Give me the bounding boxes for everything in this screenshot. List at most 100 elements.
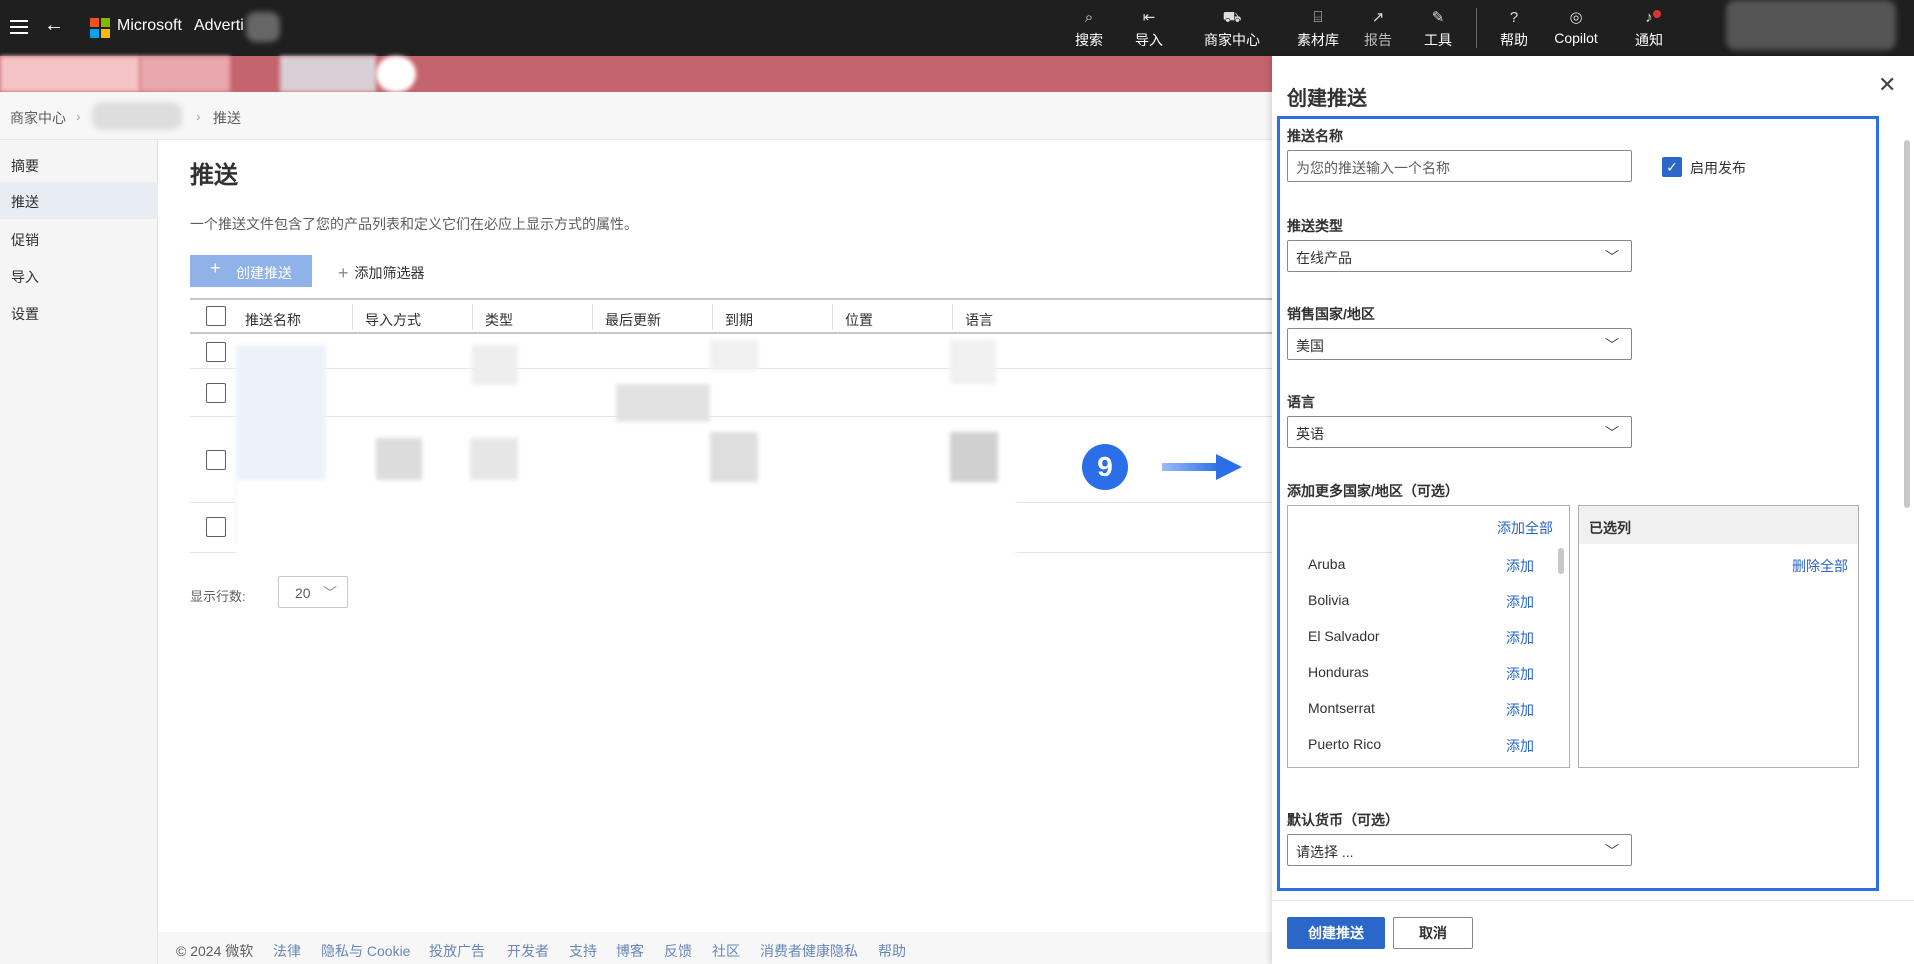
- sales-country-label: 销售国家/地区: [1287, 306, 1375, 322]
- breadcrumb-root[interactable]: 商家中心: [10, 108, 66, 128]
- column-divider: [592, 304, 593, 330]
- add-all-button[interactable]: 添加全部: [1497, 518, 1553, 538]
- cart-icon: ⛟: [1222, 9, 1242, 26]
- row-checkbox[interactable]: [206, 517, 226, 537]
- remove-all-button[interactable]: 删除全部: [1792, 556, 1848, 576]
- chevron-down-icon: ﹀: [1605, 425, 1619, 441]
- select-all-checkbox[interactable]: [206, 306, 226, 326]
- redacted-breadcrumb: [92, 102, 182, 130]
- country-item: Bolivia: [1308, 592, 1350, 608]
- create-feed-button[interactable]: + 创建推送: [190, 255, 312, 287]
- nav-divider: [1476, 8, 1477, 48]
- nav-copilot-button[interactable]: ◎ Copilot: [1546, 8, 1606, 46]
- footer-link[interactable]: 法律: [273, 941, 301, 961]
- page-footer: © 2024 微软 法律 隐私与 Cookie 投放广告 开发者 支持 博客 反…: [158, 932, 1272, 964]
- add-country-button[interactable]: 添加: [1506, 700, 1534, 720]
- footer-link[interactable]: 反馈: [664, 941, 692, 961]
- row-checkbox[interactable]: [206, 383, 226, 403]
- feed-type-select[interactable]: 在线产品 ﹀: [1287, 240, 1632, 272]
- row-checkbox[interactable]: [206, 450, 226, 470]
- redacted-table-content: [710, 340, 758, 370]
- add-filter-button[interactable]: + 添加筛选器: [338, 262, 425, 283]
- hamburger-menu-icon[interactable]: [10, 18, 28, 34]
- panel-title: 创建推送: [1287, 88, 1367, 110]
- sidebar-item-feeds[interactable]: 推送: [0, 182, 158, 219]
- country-item: Honduras: [1308, 664, 1369, 680]
- feeds-table-header: 推送名称 导入方式 类型 最后更新 到期 位置 语言: [190, 298, 1272, 334]
- footer-link[interactable]: 开发者: [507, 941, 549, 961]
- chevron-down-icon: ﹀: [1605, 337, 1619, 353]
- footer-link[interactable]: 支持: [569, 941, 597, 961]
- sidebar-item-settings[interactable]: 设置: [0, 294, 158, 331]
- nav-merchant-center-button[interactable]: ⛟ 商家中心: [1193, 8, 1271, 50]
- redacted-table-content: [616, 384, 710, 422]
- nav-search-button[interactable]: ⌕ 搜索: [1061, 8, 1117, 50]
- panel-scrollbar[interactable]: [1904, 140, 1910, 508]
- back-arrow-icon[interactable]: ←: [44, 14, 64, 37]
- feed-name-input[interactable]: 为您的推送输入一个名称: [1287, 150, 1632, 182]
- redacted-table-content: [710, 432, 758, 482]
- footer-link[interactable]: 隐私与 Cookie: [321, 941, 410, 961]
- country-item: El Salvador: [1308, 628, 1380, 644]
- plus-icon: +: [338, 263, 349, 283]
- sidebar-item-promotions[interactable]: 促销: [0, 220, 158, 257]
- microsoft-logo-icon: [90, 18, 110, 38]
- footer-link[interactable]: 消费者健康隐私: [760, 941, 858, 961]
- add-country-button[interactable]: 添加: [1506, 592, 1534, 612]
- notification-badge: [1653, 10, 1661, 18]
- nav-reports-button[interactable]: ↗ 报告: [1350, 8, 1406, 50]
- nav-asset-library-button[interactable]: ⌸ 素材库: [1290, 8, 1346, 50]
- add-country-button[interactable]: 添加: [1506, 556, 1534, 576]
- column-header[interactable]: 位置: [845, 310, 873, 330]
- banner-blur-block: [140, 56, 230, 92]
- nav-notifications-button[interactable]: ♪ 通知: [1621, 8, 1677, 50]
- footer-link[interactable]: 帮助: [878, 941, 906, 961]
- add-country-button[interactable]: 添加: [1506, 628, 1534, 648]
- column-divider: [472, 304, 473, 330]
- create-feed-submit-button[interactable]: 创建推送: [1287, 917, 1385, 949]
- column-header[interactable]: 推送名称: [245, 310, 301, 330]
- language-select[interactable]: 英语 ﹀: [1287, 416, 1632, 448]
- redacted-account-area: [246, 12, 280, 42]
- add-country-button[interactable]: 添加: [1506, 736, 1534, 756]
- step-number-badge: 9: [1082, 444, 1128, 490]
- banner-blur-block: [0, 56, 140, 92]
- bell-icon: ♪: [1645, 9, 1653, 26]
- nav-import-button[interactable]: ⇤ 导入: [1121, 8, 1177, 50]
- row-checkbox[interactable]: [206, 342, 226, 362]
- redacted-table-content: [376, 438, 422, 480]
- redacted-user-area: [1726, 0, 1896, 50]
- column-divider: [712, 304, 713, 330]
- help-icon: ?: [1509, 9, 1519, 26]
- sidebar-item-summary[interactable]: 摘要: [0, 146, 158, 183]
- sales-country-select[interactable]: 美国 ﹀: [1287, 328, 1632, 360]
- country-item: Aruba: [1308, 556, 1346, 572]
- chevron-down-icon: ﹀: [1605, 249, 1619, 265]
- list-scrollbar[interactable]: [1558, 548, 1564, 574]
- page-description: 一个推送文件包含了您的产品列表和定义它们在必应上显示方式的属性。: [190, 216, 638, 232]
- chevron-down-icon: ﹀: [323, 585, 337, 601]
- footer-link[interactable]: 博客: [616, 941, 644, 961]
- country-item: Montserrat: [1308, 700, 1375, 716]
- nav-help-button[interactable]: ? 帮助: [1486, 8, 1542, 50]
- sidebar-item-import[interactable]: 导入: [0, 257, 158, 294]
- column-divider: [952, 304, 953, 330]
- column-header[interactable]: 语言: [965, 310, 993, 330]
- redacted-table-content: [236, 480, 1016, 560]
- nav-tools-button[interactable]: ✎ 工具: [1410, 8, 1466, 50]
- default-currency-select[interactable]: 请选择 ... ﹀: [1287, 834, 1632, 866]
- close-icon[interactable]: ✕: [1878, 72, 1896, 98]
- footer-link[interactable]: 投放广告: [429, 941, 485, 961]
- column-divider: [832, 304, 833, 330]
- column-header[interactable]: 类型: [485, 310, 513, 330]
- column-header[interactable]: 导入方式: [365, 310, 421, 330]
- footer-link[interactable]: 社区: [712, 941, 740, 961]
- column-header[interactable]: 到期: [725, 310, 753, 330]
- highlight-frame: [1277, 116, 1879, 891]
- enable-publish-checkbox[interactable]: ✓: [1662, 157, 1682, 177]
- add-country-button[interactable]: 添加: [1506, 664, 1534, 684]
- cancel-button[interactable]: 取消: [1393, 917, 1473, 949]
- column-header[interactable]: 最后更新: [605, 310, 661, 330]
- rows-per-page-select[interactable]: 20 ﹀: [278, 576, 348, 608]
- panel-footer-divider: [1272, 900, 1914, 901]
